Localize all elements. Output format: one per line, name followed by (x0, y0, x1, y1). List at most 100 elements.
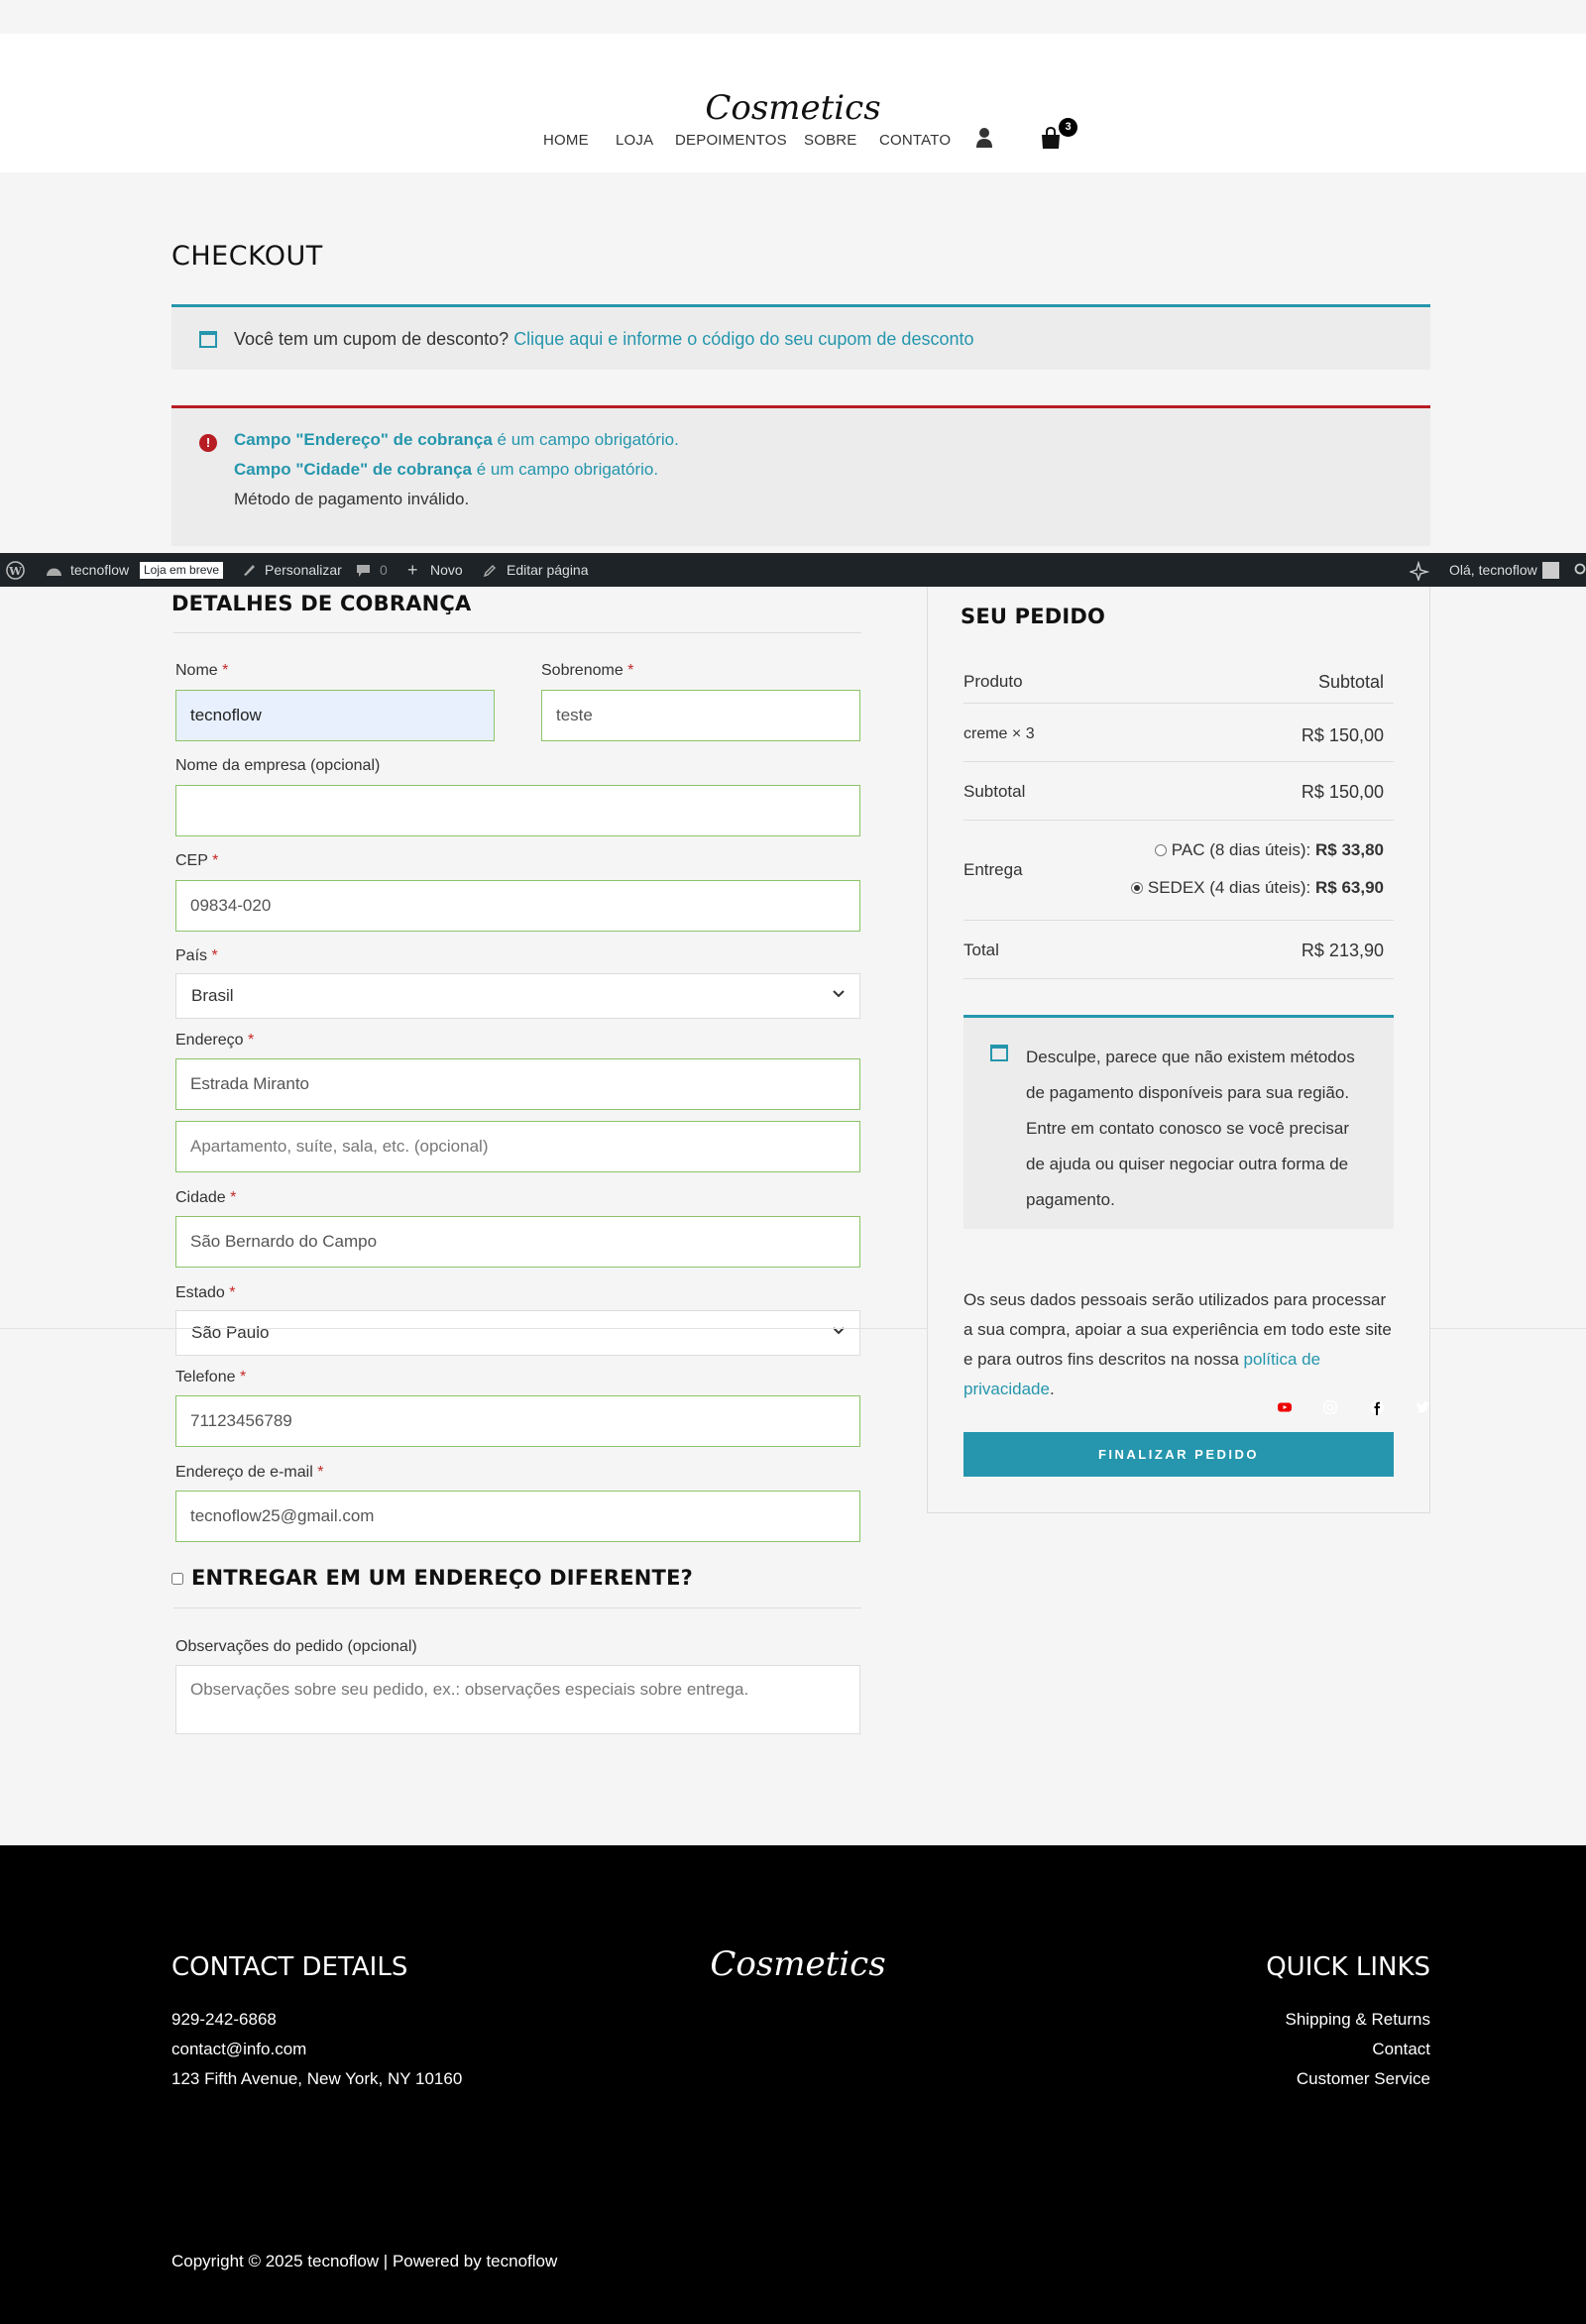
coupon-notice: Você tem um cupom de desconto? Clique aq… (171, 304, 1430, 370)
required-mark: * (239, 1369, 247, 1385)
company-field[interactable] (175, 785, 860, 836)
chevron-down-icon (833, 990, 845, 998)
required-mark: * (317, 1464, 324, 1481)
logo-text: Cosmetics (705, 88, 880, 128)
phone-label: Telefone * (175, 1369, 246, 1386)
admin-customize[interactable]: Personalizar (265, 553, 342, 587)
state-select[interactable]: São Paulo (175, 1310, 860, 1356)
twitter-icon[interactable] (1415, 1399, 1430, 1415)
coupon-question: Você tem um cupom de desconto? (234, 329, 510, 349)
shipping-row: Entrega PAC (8 dias úteis): R$ 33,80 SED… (963, 821, 1394, 921)
nav-sobre[interactable]: SOBRE (804, 126, 857, 156)
country-label: País * (175, 947, 218, 965)
subtotal-label: Subtotal (963, 782, 1026, 801)
place-order-button[interactable]: FINALIZAR PEDIDO (963, 1432, 1394, 1477)
address-label: Endereço * (175, 1032, 254, 1050)
nav-contato[interactable]: CONTATO (879, 126, 951, 156)
pac-label: PAC (8 dias úteis): (1171, 840, 1311, 859)
payment-notice-text: Desculpe, parece que não existem métodos… (1026, 1048, 1355, 1209)
admin-site-name[interactable]: tecnoflow (70, 553, 129, 587)
quick-links-title: QUICK LINKS (1266, 1952, 1430, 1982)
first-name-label: Nome * (175, 662, 228, 680)
country-value: Brasil (191, 986, 234, 1005)
required-mark: * (211, 947, 218, 964)
sedex-label: SEDEX (4 dias úteis): (1147, 878, 1311, 897)
payment-notice: Desculpe, parece que não existem métodos… (963, 1015, 1394, 1229)
address2-field[interactable]: Apartamento, suíte, sala, etc. (opcional… (175, 1121, 860, 1172)
sedex-price: R$ 63,90 (1315, 878, 1384, 897)
billing-title-divider (173, 632, 861, 633)
email-label-text: Endereço de e-mail (175, 1464, 313, 1481)
user-icon[interactable] (975, 127, 993, 149)
avatar[interactable] (1542, 562, 1559, 579)
last-name-label: Sobrenome * (541, 662, 633, 680)
state-label-text: Estado (175, 1284, 225, 1301)
admin-comments-count[interactable]: 0 (380, 553, 388, 587)
required-mark: * (247, 1032, 255, 1049)
country-label-text: País (175, 947, 208, 964)
sedex-radio[interactable] (1130, 882, 1143, 894)
last-name-field[interactable]: teste (541, 690, 860, 741)
city-field[interactable]: São Bernardo do Campo (175, 1216, 860, 1268)
country-select[interactable]: Brasil (175, 973, 860, 1019)
brush-icon (244, 565, 255, 576)
pac-radio[interactable] (1154, 844, 1167, 856)
plus-icon[interactable]: + (407, 553, 418, 587)
email-field[interactable]: tecnoflow25@gmail.com (175, 1491, 860, 1542)
billing-title: DETALHES DE COBRANÇA (171, 592, 472, 615)
ship-option-pac[interactable]: PAC (8 dias úteis): R$ 33,80 (1154, 840, 1384, 860)
state-value: São Paulo (191, 1323, 270, 1342)
address-field[interactable]: Estrada Miranto (175, 1058, 860, 1110)
order-title: SEU PEDIDO (961, 605, 1106, 628)
error-city-field[interactable]: Campo "Cidade" de cobrança (234, 460, 472, 479)
youtube-icon[interactable] (1277, 1399, 1293, 1415)
store-status-badge[interactable]: Loja em breve (140, 562, 224, 579)
site-footer: CONTACT DETAILS 929-242-6868 contact@inf… (0, 1845, 1586, 2324)
calendar-icon (199, 331, 217, 348)
admin-new[interactable]: Novo (430, 553, 463, 587)
ship-option-sedex[interactable]: SEDEX (4 dias úteis): R$ 63,90 (1130, 878, 1384, 898)
ship-different-divider (173, 1607, 861, 1608)
subtotal-row: Subtotal R$ 150,00 (963, 762, 1394, 821)
cart-count-badge: 3 (1059, 118, 1077, 137)
item-total: R$ 150,00 (1301, 725, 1384, 745)
admin-edit-page[interactable]: Editar página (507, 553, 589, 587)
ship-different-title[interactable]: ENTREGAR EM UM ENDEREÇO DIFERENTE? (191, 1566, 693, 1590)
subtotal-value: R$ 150,00 (1301, 782, 1384, 802)
admin-greeting[interactable]: Olá, tecnoflow (1449, 553, 1537, 587)
cep-field[interactable]: 09834-020 (175, 880, 860, 932)
nav-home[interactable]: HOME (543, 126, 589, 156)
address-label-text: Endereço (175, 1032, 244, 1049)
facebook-icon[interactable] (1369, 1399, 1385, 1415)
footer-logo-text: Cosmetics (710, 1944, 885, 1984)
coupon-link[interactable]: Clique aqui e informe o código do seu cu… (513, 329, 973, 349)
error-address-field[interactable]: Campo "Endereço" de cobrança (234, 430, 493, 449)
search-icon[interactable] (1574, 563, 1586, 577)
phone-label-text: Telefone (175, 1369, 236, 1385)
wordpress-icon[interactable]: W (6, 561, 25, 580)
instagram-icon[interactable] (1322, 1399, 1338, 1415)
required-mark: * (230, 1189, 237, 1206)
copyright: Copyright © 2025 tecnoflow | Powered by … (171, 2252, 558, 2270)
main-nav: HOME LOJA DEPOIMENTOS SOBRE CONTATO (0, 126, 1586, 156)
comment-icon[interactable] (356, 564, 371, 578)
pac-price: R$ 33,80 (1315, 840, 1384, 859)
error-city-rest: é um campo obrigatório. (472, 460, 659, 479)
nav-loja[interactable]: LOJA (616, 126, 653, 156)
cep-label-text: CEP (175, 852, 208, 869)
notes-textarea[interactable]: Observações sobre seu pedido, ex.: obser… (175, 1665, 860, 1734)
phone-field[interactable]: 71123456789 (175, 1395, 860, 1447)
first-name-field[interactable]: tecnoflow (175, 690, 495, 741)
calendar-icon (990, 1045, 1008, 1061)
required-mark: * (222, 662, 229, 679)
nav-depoimentos[interactable]: DEPOIMENTOS (675, 126, 787, 156)
ship-different-checkbox[interactable] (171, 1573, 183, 1585)
city-label: Cidade * (175, 1189, 236, 1207)
footer-logo[interactable]: Cosmetics (699, 1939, 897, 1989)
link-shipping-returns[interactable]: Shipping & Returns (1286, 2010, 1430, 2030)
link-contact[interactable]: Contact (1372, 2040, 1430, 2059)
contact-title: CONTACT DETAILS (171, 1952, 408, 1982)
sparkle-icon[interactable] (1410, 561, 1429, 581)
error-payment: Método de pagamento inválido. (234, 490, 470, 508)
link-customer-service[interactable]: Customer Service (1297, 2069, 1430, 2089)
